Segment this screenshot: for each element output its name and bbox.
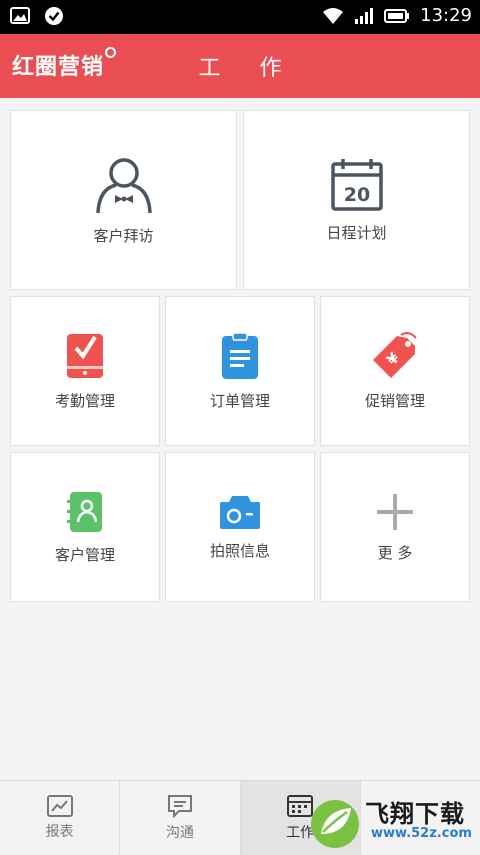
tile-orders-label: 订单管理 xyxy=(209,391,270,410)
status-time: 13:29 xyxy=(420,5,472,26)
tile-attendance[interactable]: 考勤管理 xyxy=(10,296,160,446)
chart-icon xyxy=(46,795,73,817)
tile-promotions[interactable]: ¥ 促销管理 xyxy=(320,296,470,446)
app-bar: 红圈营销 工 作 xyxy=(0,34,480,98)
clipboard-icon xyxy=(222,331,258,379)
check-circle-icon xyxy=(45,7,63,25)
tile-promotions-label: 促销管理 xyxy=(364,391,425,410)
price-tag-icon: ¥ xyxy=(373,331,417,378)
status-bar: 13:29 xyxy=(0,0,480,34)
battery-icon xyxy=(384,8,410,23)
tab-communication[interactable]: 沟通 xyxy=(120,781,241,855)
tile-more[interactable]: 更 多 xyxy=(320,452,470,602)
tile-more-label: 更 多 xyxy=(377,543,413,562)
page-title: 工 作 xyxy=(198,56,298,81)
signal-icon xyxy=(355,7,374,24)
tile-schedule[interactable]: 20 日程计划 xyxy=(243,110,470,290)
tile-schedule-label: 日程计划 xyxy=(326,223,387,242)
watermark: 飞翔下载 www.52z.com xyxy=(305,790,480,854)
attendance-icon xyxy=(67,333,103,378)
calendar-date: 20 xyxy=(343,184,369,206)
message-icon xyxy=(167,795,192,818)
camera-icon xyxy=(220,495,260,529)
wifi-icon xyxy=(323,7,344,24)
tile-customer-visit[interactable]: 客户拜访 xyxy=(10,110,237,290)
tab-communication-label: 沟通 xyxy=(165,825,194,841)
watermark-url: www.52z.com xyxy=(371,826,472,841)
tile-customer-visit-label: 客户拜访 xyxy=(93,226,154,245)
tab-reports-label: 报表 xyxy=(45,824,74,840)
customer-visit-icon xyxy=(95,157,152,213)
tile-orders[interactable]: 订单管理 xyxy=(165,296,315,446)
tab-reports[interactable]: 报表 xyxy=(0,781,121,855)
tile-attendance-label: 考勤管理 xyxy=(54,391,115,410)
tile-customers[interactable]: 客户管理 xyxy=(10,452,160,602)
contact-book-icon xyxy=(67,491,102,532)
leaf-logo-icon xyxy=(311,800,359,848)
tile-photo-info[interactable]: 拍照信息 xyxy=(165,452,315,602)
image-icon xyxy=(10,7,30,24)
tile-photo-info-label: 拍照信息 xyxy=(209,541,270,560)
plus-icon xyxy=(377,493,413,530)
watermark-text: 飞翔下载 xyxy=(365,800,465,828)
calendar-icon: 20 xyxy=(330,158,383,211)
tile-customers-label: 客户管理 xyxy=(54,545,115,564)
